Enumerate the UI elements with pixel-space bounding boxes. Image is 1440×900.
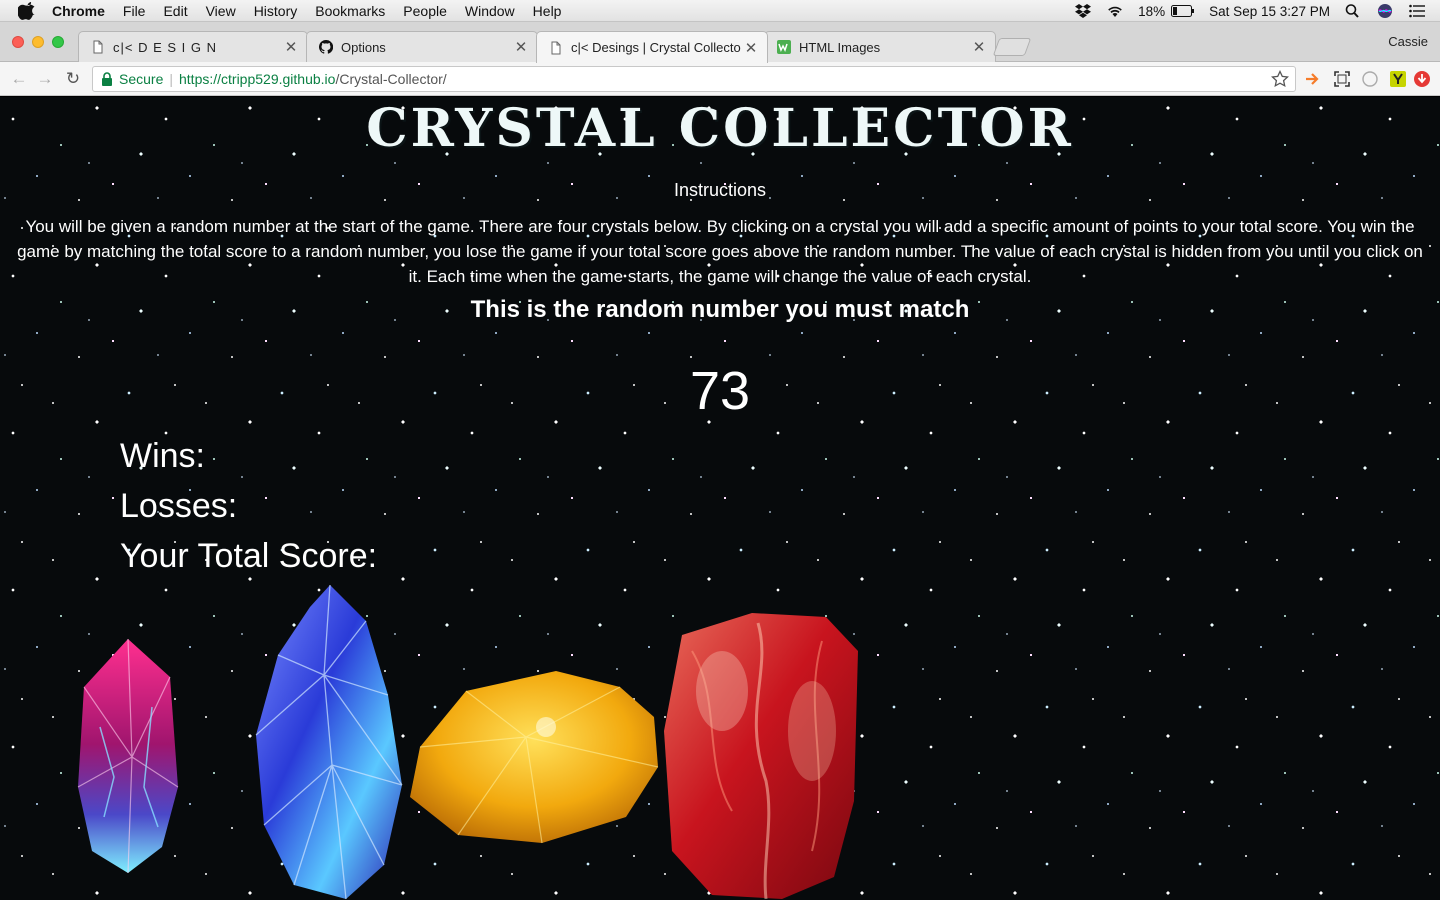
starry-page-background: Crystal Collector Instructions You will …: [0, 97, 1440, 900]
menu-edit[interactable]: Edit: [163, 0, 187, 22]
reload-icon[interactable]: ↻: [62, 68, 84, 90]
extension-y-icon[interactable]: [1389, 70, 1407, 88]
tab-crystal-collector[interactable]: c|< Desings | Crystal Collector ✕: [536, 31, 768, 63]
tab-html-images[interactable]: HTML Images ✕: [764, 31, 996, 62]
wifi-icon[interactable]: [1106, 3, 1124, 19]
siri-icon[interactable]: [1376, 3, 1394, 19]
menu-help[interactable]: Help: [533, 0, 562, 22]
profile-name[interactable]: Cassie: [1388, 34, 1428, 49]
random-number-value: 73: [689, 361, 751, 421]
random-number-heading: This is the random number you must match: [470, 296, 970, 323]
document-icon: [551, 41, 561, 54]
menu-app-chrome[interactable]: Chrome: [52, 0, 105, 22]
tab-title: Options: [341, 39, 386, 55]
menu-window[interactable]: Window: [465, 0, 515, 22]
w3schools-icon: [777, 40, 791, 54]
tab-close-icon[interactable]: ✕: [281, 38, 301, 56]
menu-file[interactable]: File: [123, 0, 146, 22]
url-host: https://ctripp529.github.io: [179, 71, 336, 87]
tab-design[interactable]: c|< D E S I G N ✕: [78, 31, 308, 62]
new-tab-button[interactable]: [992, 38, 1032, 56]
spotlight-search-icon[interactable]: [1344, 3, 1362, 19]
dropbox-icon[interactable]: [1074, 3, 1092, 19]
browser-toolbar: ← → ↻ Secure | https://ctripp529.github.…: [0, 62, 1440, 96]
battery-icon[interactable]: [1171, 5, 1195, 17]
screen-capture-icon[interactable]: [1333, 70, 1351, 88]
instructions-heading: Instructions: [673, 180, 767, 200]
battery-percentage: 18%: [1138, 3, 1166, 19]
menu-bookmarks[interactable]: Bookmarks: [315, 0, 385, 22]
tab-title: HTML Images: [799, 39, 881, 55]
wins-label: Wins:: [120, 437, 205, 475]
omnibox-separator: |: [169, 71, 173, 87]
yellow-crystal[interactable]: [406, 667, 660, 847]
macos-menu-bar: Chrome File Edit View History Bookmarks …: [0, 0, 1440, 22]
menu-bar-status-area: 18% Sat Sep 15 3:27 PM: [1074, 0, 1440, 22]
tab-title: c|< Desings | Crystal Collector: [571, 40, 741, 55]
secure-label: Secure: [119, 71, 164, 87]
page-title: Crystal Collector: [366, 98, 1074, 159]
extension-arrows-icon[interactable]: [1304, 70, 1322, 88]
forward-arrow-icon[interactable]: →: [34, 68, 56, 90]
window-minimize-button[interactable]: [32, 36, 44, 48]
losses-label: Losses:: [120, 487, 238, 525]
github-icon: [319, 40, 333, 54]
pink-crystal[interactable]: [74, 637, 182, 875]
apple-icon[interactable]: [18, 1, 36, 20]
tab-close-icon[interactable]: ✕: [969, 38, 989, 56]
blue-crystal[interactable]: [254, 585, 404, 900]
notification-center-icon[interactable]: [1408, 3, 1426, 19]
extension-circle-icon[interactable]: [1361, 70, 1379, 88]
lock-icon: [102, 72, 112, 86]
menu-people[interactable]: People: [403, 0, 447, 22]
document-icon: [93, 40, 103, 54]
tab-options[interactable]: Options ✕: [306, 31, 538, 62]
tab-close-icon[interactable]: ✕: [741, 39, 761, 57]
window-close-button[interactable]: [12, 36, 24, 48]
extension-red-icon[interactable]: [1413, 70, 1431, 88]
window-fullscreen-button[interactable]: [52, 36, 64, 48]
tab-close-icon[interactable]: ✕: [511, 38, 531, 56]
menu-history[interactable]: History: [254, 0, 298, 22]
menu-bar-clock[interactable]: Sat Sep 15 3:27 PM: [1209, 4, 1330, 19]
back-arrow-icon[interactable]: ←: [8, 68, 30, 90]
address-bar[interactable]: Secure | https://ctripp529.github.io /Cr…: [92, 66, 1296, 92]
total-score-label: Your Total Score:: [120, 537, 378, 575]
instructions-text: You will be given a random number at the…: [17, 217, 1423, 286]
menu-view[interactable]: View: [206, 0, 236, 22]
url-path: /Crystal-Collector/: [335, 71, 447, 87]
red-crystal[interactable]: [662, 611, 862, 900]
tab-title: c|< D E S I G N: [113, 39, 217, 55]
bookmark-star-icon[interactable]: [1271, 70, 1289, 88]
browser-tab-strip: c|< D E S I G N ✕ Options ✕ c|< Desings …: [0, 22, 1440, 63]
